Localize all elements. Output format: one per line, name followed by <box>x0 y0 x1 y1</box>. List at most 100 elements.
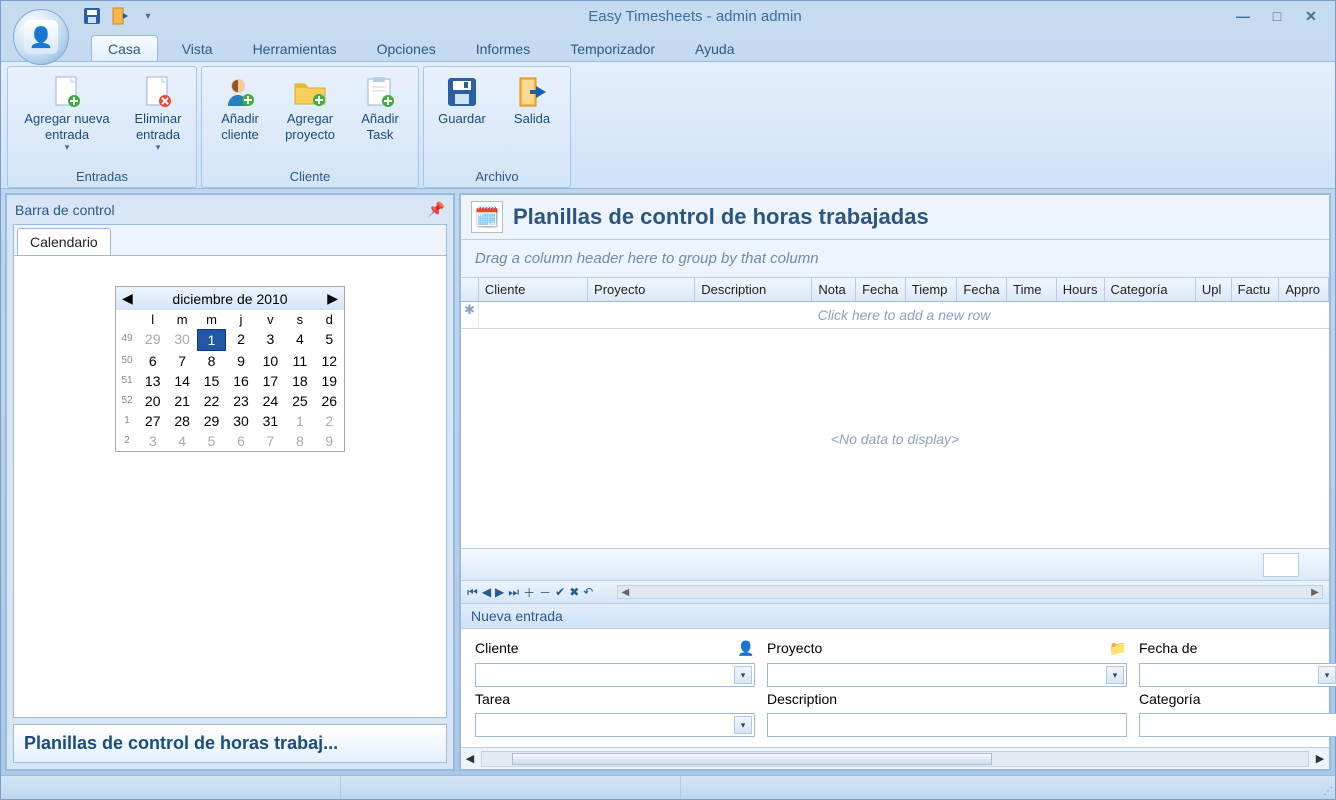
exit-button[interactable]: Salida <box>498 71 566 167</box>
scroll-right-icon[interactable]: ▶ <box>1308 587 1322 598</box>
grid-column-header[interactable]: Fecha <box>856 278 906 301</box>
calendar-day[interactable]: 31 <box>256 411 285 431</box>
calendar-day[interactable]: 3 <box>138 431 167 451</box>
grid-column-header[interactable]: Categoría <box>1105 278 1196 301</box>
grid-column-header[interactable]: Description <box>695 278 812 301</box>
calendar-day[interactable]: 9 <box>226 351 255 371</box>
calendar-day[interactable]: 14 <box>167 371 196 391</box>
calendar-day[interactable]: 1 <box>197 329 226 351</box>
add-project-button[interactable]: Agregar proyecto <box>276 71 344 167</box>
calendar-day[interactable]: 7 <box>256 431 285 451</box>
calendar-next-button[interactable]: ▶ <box>327 290 338 307</box>
calendar-day[interactable]: 28 <box>167 411 196 431</box>
pin-button[interactable]: 📌 <box>428 201 445 218</box>
calendar-day[interactable]: 24 <box>256 391 285 411</box>
delete-entry-button[interactable]: Eliminar entrada ▾ <box>124 71 192 167</box>
group-by-hint[interactable]: Drag a column header here to group by th… <box>461 240 1329 277</box>
left-footer-button[interactable]: Planillas de control de horas trabaj... <box>13 724 447 763</box>
calendar-day[interactable]: 25 <box>285 391 314 411</box>
field-cliente[interactable]: ▾ <box>475 663 755 687</box>
field-tarea[interactable]: ▾ <box>475 713 755 737</box>
calendar-day[interactable]: 8 <box>285 431 314 451</box>
calendar-day[interactable]: 10 <box>256 351 285 371</box>
tab-calendario[interactable]: Calendario <box>17 228 111 255</box>
calendar-day[interactable]: 1 <box>285 411 314 431</box>
calendar-day[interactable]: 15 <box>197 371 226 391</box>
ribbon-tab-herramientas[interactable]: Herramientas <box>237 36 353 61</box>
grid-column-header[interactable]: Tiemp <box>906 278 958 301</box>
form-hscroll[interactable]: ◀ ▶ <box>461 747 1329 769</box>
resize-grip-icon[interactable]: ⋰ <box>1317 776 1335 799</box>
grid-column-header[interactable]: Nota <box>812 278 856 301</box>
calendar-day[interactable]: 19 <box>315 371 344 391</box>
ribbon-tab-vista[interactable]: Vista <box>166 36 229 61</box>
calendar-day[interactable]: 5 <box>315 329 344 351</box>
grid-column-header[interactable]: Appro <box>1279 278 1329 301</box>
calendar-day[interactable]: 5 <box>197 431 226 451</box>
calendar-day[interactable]: 7 <box>167 351 196 371</box>
calendar-day[interactable]: 2 <box>315 411 344 431</box>
calendar-day[interactable]: 30 <box>226 411 255 431</box>
dropdown-icon[interactable]: ▾ <box>1106 666 1124 684</box>
grid-column-header[interactable]: Proyecto <box>588 278 695 301</box>
add-task-button[interactable]: Añadir Task <box>346 71 414 167</box>
grid-column-header[interactable]: Fecha <box>957 278 1007 301</box>
grid-column-header[interactable]: Time <box>1007 278 1057 301</box>
field-description[interactable] <box>767 713 1127 737</box>
grid-hscroll[interactable]: ◀ ▶ <box>617 585 1323 599</box>
calendar-day[interactable]: 13 <box>138 371 167 391</box>
field-categoria[interactable] <box>1139 713 1336 737</box>
scroll-thumb[interactable] <box>512 753 992 765</box>
grid-new-row[interactable]: ✱ Click here to add a new row <box>461 302 1329 329</box>
close-button[interactable]: ✕ <box>1299 7 1323 25</box>
field-proyecto[interactable]: ▾ <box>767 663 1127 687</box>
calendar-day[interactable]: 27 <box>138 411 167 431</box>
scroll-left-icon[interactable]: ◀ <box>618 587 632 598</box>
app-menu-orb[interactable]: 👤 <box>13 9 69 65</box>
ribbon-tab-casa[interactable]: Casa <box>91 35 158 61</box>
calendar-day[interactable]: 12 <box>315 351 344 371</box>
field-fecha[interactable]: ▾ <box>1139 663 1336 687</box>
calendar-prev-button[interactable]: ◀ <box>122 290 133 307</box>
grid-column-header[interactable]: Cliente <box>479 278 588 301</box>
calendar-day[interactable]: 21 <box>167 391 196 411</box>
calendar-day[interactable]: 23 <box>226 391 255 411</box>
add-project-mini-icon[interactable]: 📁 <box>1109 639 1127 657</box>
nav-last-button[interactable]: ⏭ <box>508 585 519 600</box>
calendar-day[interactable]: 29 <box>197 411 226 431</box>
grid-column-header[interactable]: Upl <box>1196 278 1232 301</box>
dropdown-icon[interactable]: ▾ <box>734 716 752 734</box>
calendar-day[interactable]: 17 <box>256 371 285 391</box>
ribbon-tab-informes[interactable]: Informes <box>460 36 546 61</box>
calendar-day[interactable]: 26 <box>315 391 344 411</box>
nav-next-button[interactable]: ▶ <box>495 585 504 599</box>
dropdown-icon[interactable]: ▾ <box>734 666 752 684</box>
qat-customize-button[interactable]: ▾ <box>137 5 159 27</box>
scroll-left-icon[interactable]: ◀ <box>461 752 479 765</box>
maximize-button[interactable]: □ <box>1265 7 1289 25</box>
nav-refresh-button[interactable]: ↶ <box>583 585 593 599</box>
calendar-day[interactable]: 2 <box>226 329 255 351</box>
nav-commit-button[interactable]: ✔ <box>555 585 565 599</box>
grid-column-header[interactable]: Factu <box>1232 278 1280 301</box>
calendar-day[interactable]: 29 <box>138 329 167 351</box>
calendar-day[interactable]: 30 <box>167 329 196 351</box>
scroll-track[interactable] <box>481 751 1309 767</box>
add-client-button[interactable]: Añadir cliente <box>206 71 274 167</box>
calendar-day[interactable]: 20 <box>138 391 167 411</box>
add-client-mini-icon[interactable]: 👤 <box>737 639 755 657</box>
calendar-day[interactable]: 4 <box>285 329 314 351</box>
add-entry-button[interactable]: Agregar nueva entrada ▾ <box>12 71 122 167</box>
ribbon-tab-ayuda[interactable]: Ayuda <box>679 36 750 61</box>
ribbon-tab-opciones[interactable]: Opciones <box>361 36 452 61</box>
minimize-button[interactable]: — <box>1231 7 1255 25</box>
ribbon-tab-temporizador[interactable]: Temporizador <box>554 36 671 61</box>
nav-cancel-button[interactable]: ✖ <box>569 585 579 599</box>
nav-add-button[interactable]: ＋ <box>523 584 535 601</box>
calendar-day[interactable]: 16 <box>226 371 255 391</box>
save-button[interactable]: Guardar <box>428 71 496 167</box>
grid-column-header[interactable]: Hours <box>1057 278 1105 301</box>
scroll-right-icon[interactable]: ▶ <box>1311 752 1329 765</box>
calendar-day[interactable]: 8 <box>197 351 226 371</box>
calendar-day[interactable]: 22 <box>197 391 226 411</box>
